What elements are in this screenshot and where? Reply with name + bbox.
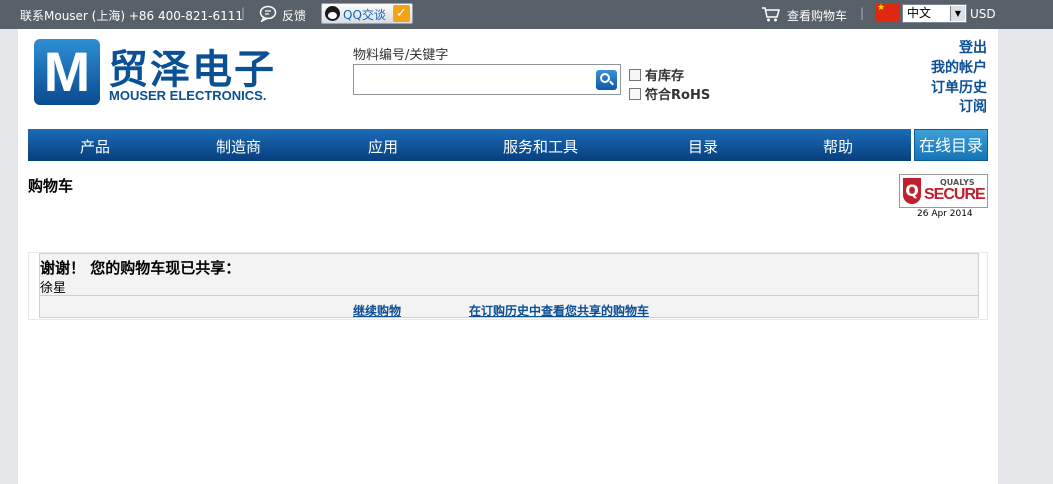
rohs-checkbox[interactable]: 符合RoHS	[629, 84, 710, 103]
page-title: 购物车	[28, 177, 74, 195]
nav-item-help[interactable]: 帮助	[823, 136, 853, 157]
divider: |	[241, 6, 246, 20]
online-catalog-button[interactable]: 在线目录	[914, 129, 988, 161]
divider: |	[860, 6, 865, 20]
top-utility-bar: 联系Mouser (上海) +86 400-821-6111 | 反馈 QQ交谈…	[0, 0, 1053, 29]
my-account-link[interactable]: 我的帐户	[931, 57, 987, 77]
view-shared-cart-link[interactable]: 在订购历史中查看您共享的购物车	[469, 302, 649, 319]
in-stock-label: 有库存	[645, 69, 685, 84]
search-button[interactable]	[596, 70, 617, 90]
share-success-title: 谢谢！ 您的购物车现已共享：	[40, 259, 241, 277]
qualys-secure-badge[interactable]: Q QUALYS SECURE	[899, 174, 988, 208]
search-label: 物料编号/关键字	[353, 48, 449, 63]
page-container: M 贸泽电子 MOUSER ELECTRONICS. 物料编号/关键字 有库存 …	[18, 29, 998, 484]
language-value: 中文	[907, 6, 932, 20]
qualys-shield-icon: Q	[903, 178, 921, 204]
checkbox-box[interactable]	[629, 69, 641, 81]
main-nav: 产品 制造商 应用 服务和工具 目录 帮助	[28, 129, 911, 161]
continue-shopping-link[interactable]: 继续购物	[353, 302, 401, 319]
nav-item-manufacturers[interactable]: 制造商	[216, 136, 261, 157]
view-cart-link[interactable]: 查看购物车	[787, 7, 847, 24]
qq-chat-button[interactable]: QQ交谈 ✓	[321, 3, 413, 24]
nav-item-products[interactable]: 产品	[80, 136, 110, 157]
contact-info: 联系Mouser (上海) +86 400-821-6111	[20, 9, 244, 23]
rohs-label: 符合RoHS	[645, 88, 711, 103]
logo-english-name[interactable]: MOUSER ELECTRONICS.	[109, 88, 266, 103]
subscribe-link[interactable]: 订阅	[959, 96, 987, 116]
qualys-date: 26 Apr 2014	[917, 209, 973, 219]
language-select[interactable]: 中文 ▼	[902, 4, 967, 23]
china-flag-icon	[875, 3, 899, 21]
nav-item-services-tools[interactable]: 服务和工具	[503, 136, 578, 157]
search-input[interactable]	[353, 64, 621, 95]
shared-with-user: 徐星	[40, 281, 67, 296]
qq-penguin-icon	[325, 6, 340, 21]
shopping-cart-icon[interactable]	[761, 6, 781, 22]
logout-link[interactable]: 登出	[959, 37, 987, 57]
feedback-link[interactable]: 反馈	[282, 7, 306, 24]
qq-chat-label: QQ交谈	[343, 8, 386, 22]
order-history-link[interactable]: 订单历史	[931, 77, 987, 97]
in-stock-checkbox[interactable]: 有库存	[629, 65, 684, 84]
mouser-logo-mark[interactable]: M	[34, 39, 100, 105]
currency-label[interactable]: USD	[970, 7, 996, 21]
chevron-down-icon: ▼	[950, 6, 965, 21]
checkbox-box[interactable]	[629, 88, 641, 100]
qualys-secure-label: SECURE	[924, 186, 986, 203]
feedback-icon[interactable]	[259, 5, 278, 22]
check-icon: ✓	[393, 5, 410, 22]
logo-chinese-name[interactable]: 贸泽电子	[108, 37, 276, 95]
nav-item-catalog[interactable]: 目录	[688, 136, 718, 157]
nav-item-applications[interactable]: 应用	[368, 136, 398, 157]
